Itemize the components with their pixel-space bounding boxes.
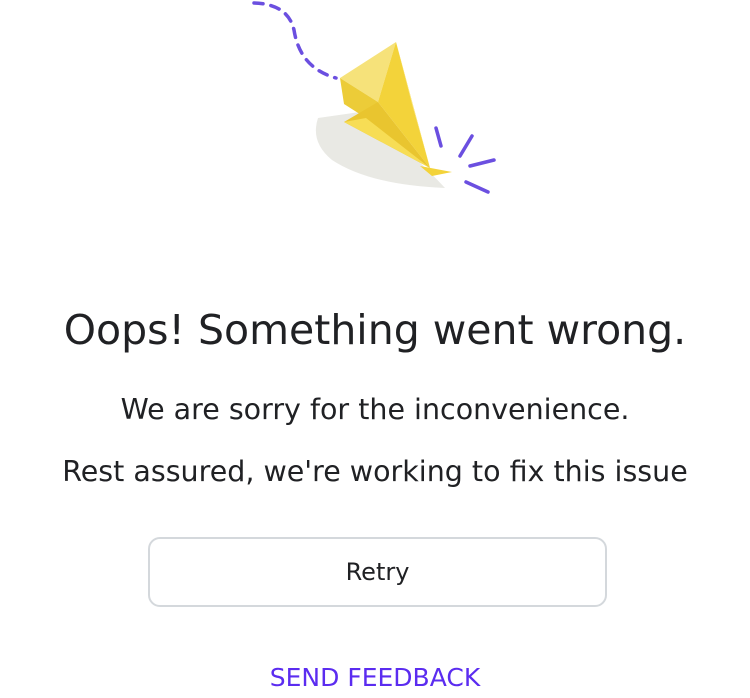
error-title: Oops! Something went wrong. — [63, 306, 687, 354]
error-subtitle-reassurance: Rest assured, we're working to fix this … — [62, 455, 688, 488]
error-subtitle-apology: We are sorry for the inconvenience. — [120, 393, 630, 426]
paper-airplane-illustration — [240, 0, 520, 210]
retry-button[interactable]: Retry — [148, 537, 607, 607]
send-feedback-link[interactable]: SEND FEEDBACK — [0, 658, 750, 698]
paper-airplane-icon — [252, 1, 496, 194]
